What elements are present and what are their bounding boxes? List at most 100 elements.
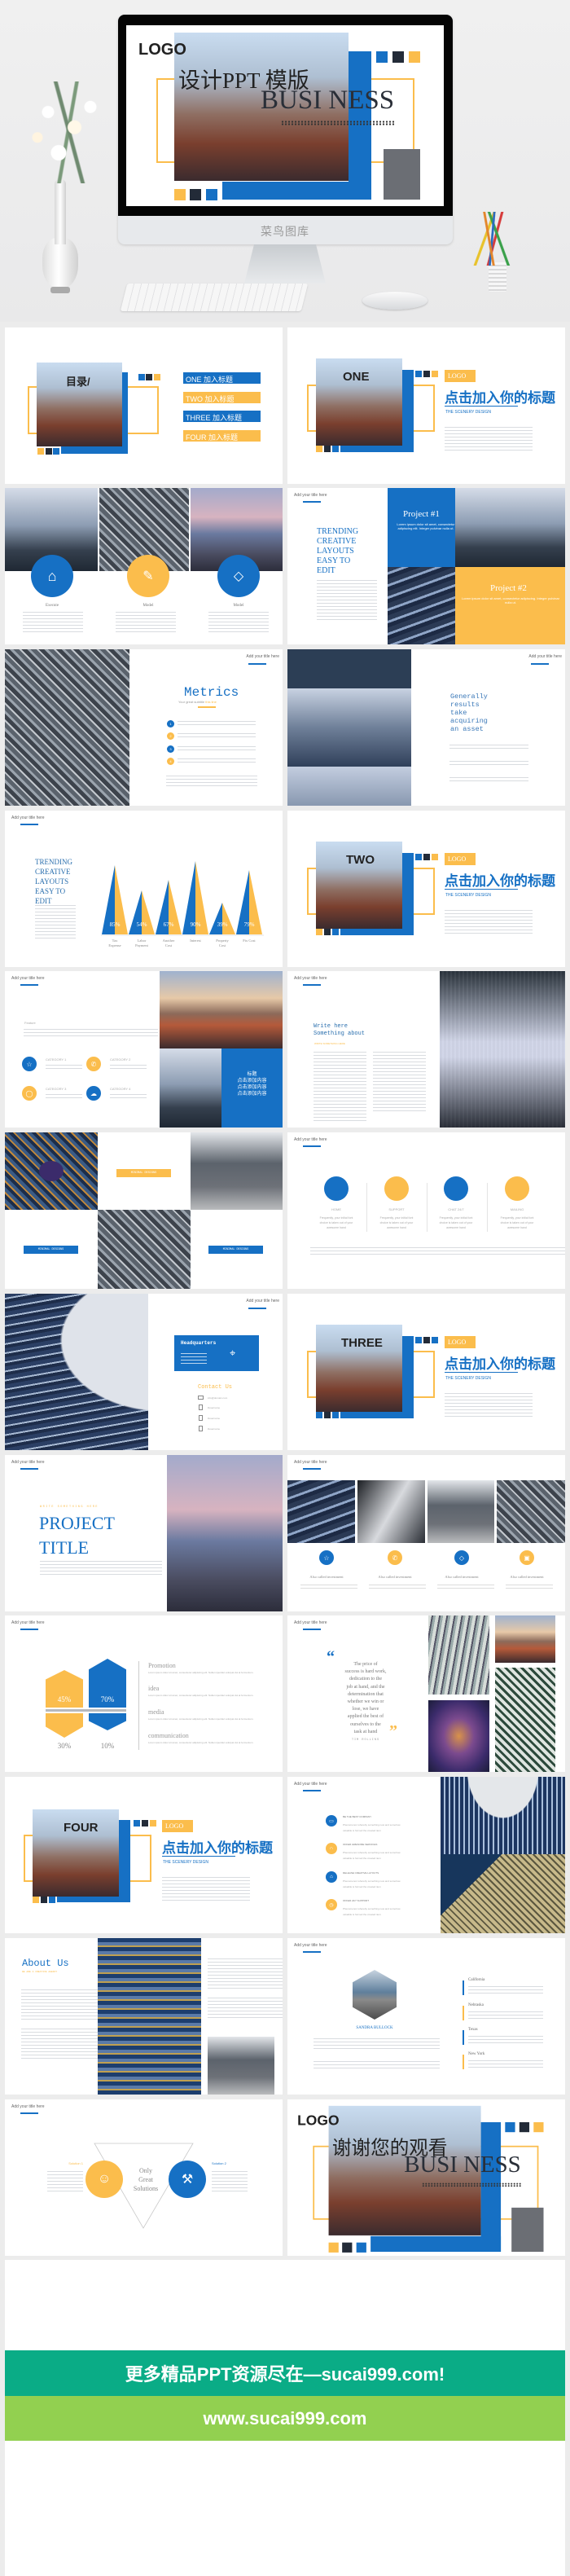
cover-logo: LOGO bbox=[138, 41, 186, 59]
slide-generally[interactable]: Add your title here Generally results take… bbox=[287, 649, 565, 806]
slide-cost-chart[interactable]: Add your title here TRENDING CREATIVE LAYO… bbox=[5, 811, 283, 967]
wrench-icon: ⚒ bbox=[169, 2161, 206, 2198]
slide-hexagon-stats[interactable]: Add your title here 45% 70% 30% 10% Prom… bbox=[5, 1615, 283, 1772]
star-icon: ☆ bbox=[319, 1550, 334, 1565]
section-number: TWO bbox=[346, 853, 375, 867]
logo-tag: LOGO bbox=[445, 370, 476, 382]
slide-quote[interactable]: Add your title here “ ” The price of succ… bbox=[287, 1615, 565, 1772]
section-number: THREE bbox=[341, 1336, 383, 1350]
slide-investment[interactable]: Add your title here ☆ ✆ ◇ ▣ Also called … bbox=[287, 1455, 565, 1611]
slide-section-three[interactable]: THREE LOGO 点击加入你的标题 THE SCENERY DESIGN bbox=[287, 1294, 565, 1450]
location-pin-icon: ⌖ bbox=[230, 1347, 236, 1359]
slide-contact[interactable]: Add your title here Headquarters ⌖ Conta… bbox=[5, 1294, 283, 1450]
slide-project-title[interactable]: Add your title here WRITE SOMETHING HERE… bbox=[5, 1455, 283, 1611]
cost-category-label: Cost bbox=[219, 943, 226, 947]
phone-icon: ✆ bbox=[388, 1550, 402, 1565]
slide-about-us[interactable]: About Us WE ARE A CREATIVE AGENCY bbox=[5, 1938, 283, 2095]
cost-category-label: Payment bbox=[135, 943, 148, 947]
slide-services[interactable]: ⌂ ✎ ◇ Execute Model Model bbox=[5, 488, 283, 644]
facebook-icon bbox=[199, 1404, 203, 1410]
slide-section-one[interactable]: ONE LOGO 点击加入你的标题 THE SCENERY DESIGN bbox=[287, 327, 565, 484]
section-number: ONE bbox=[343, 370, 370, 384]
generally-heading: Generally results take acquiring an asset bbox=[450, 692, 488, 733]
contact-email[interactable]: info@domain.com bbox=[208, 1396, 227, 1400]
url-banner[interactable]: www.sucai999.com bbox=[5, 2396, 565, 2441]
flower-vase-decoration bbox=[42, 238, 78, 288]
section-subtitle: THE SCENERY DESIGN bbox=[445, 893, 491, 898]
users-icon: ☺ bbox=[86, 2161, 123, 2198]
cost-value-label: 39% bbox=[217, 921, 228, 928]
section-subtitle: THE SCENERY DESIGN bbox=[445, 410, 491, 415]
profile-photo bbox=[353, 1970, 397, 2020]
minimal-designs-button[interactable]: MINIMAL DESIGNS bbox=[208, 1246, 263, 1254]
minimal-designs-button[interactable]: MINIMAL DESIGNS bbox=[116, 1169, 171, 1177]
section-subtitle: THE SCENERY DESIGN bbox=[445, 1376, 491, 1381]
metrics-title: Metrics bbox=[184, 685, 239, 700]
content-box: 标题 点击添加内容 点击添加内容 点击添加内容 bbox=[221, 1048, 283, 1128]
slide-write-here[interactable]: Add your title here Write here Something… bbox=[287, 971, 565, 1128]
cost-category-label: Expense bbox=[108, 943, 121, 947]
toc-item-4[interactable]: FOUR 加入标题 bbox=[183, 430, 261, 442]
slide-categories[interactable]: Add your title here Feature ☆ ✆ ◯ ☁ CATE… bbox=[5, 971, 283, 1128]
slide-section-two[interactable]: TWO LOGO 点击加入你的标题 THE SCENERY DESIGN bbox=[287, 811, 565, 967]
monitor-stand bbox=[244, 244, 326, 284]
slide-section-four[interactable]: FOUR LOGO 点击加入你的标题 THE SCENERY DESIGN bbox=[5, 1777, 283, 1933]
image-icon: ▣ bbox=[520, 1550, 534, 1565]
cost-triangle-chart: 85%TaxExpense54%LaborPayment67%AnotherCo… bbox=[101, 861, 264, 947]
toc-item-3[interactable]: THREE 加入标题 bbox=[183, 411, 261, 422]
cost-value-label: 85% bbox=[110, 921, 121, 928]
section-title: 点击加入你的标题 bbox=[445, 390, 555, 406]
slide-support[interactable]: Add your title here HOME SUPPORT CHAT 24… bbox=[287, 1132, 565, 1289]
service-label: Model bbox=[142, 604, 154, 608]
minimal-designs-button[interactable]: MINIMAL DESIGNS bbox=[24, 1246, 78, 1254]
slide-solutions[interactable]: Add your title here ☺ ⚒ Only Great Solutio… bbox=[5, 2099, 283, 2256]
monitor-brand: 菜鸟图库 bbox=[261, 225, 309, 238]
logo-tag: LOGO bbox=[445, 853, 476, 865]
section-title: 点击加入你的标题 bbox=[445, 873, 555, 889]
projects-heading: TRENDING CREATIVE LAYOUTS EASY TO EDIT bbox=[317, 527, 359, 575]
toc-title: 目录/ bbox=[66, 376, 90, 388]
slide-features[interactable]: Add your title here ▭ ∩ ⌂ ◷ BE THE BEST … bbox=[287, 1777, 565, 1933]
toc-item-1[interactable]: ONE 加入标题 bbox=[183, 372, 261, 384]
cost-category-label: Interest bbox=[190, 939, 201, 943]
contact-facebook[interactable]: #username bbox=[208, 1406, 220, 1409]
bulb-icon: ◯ bbox=[22, 1086, 37, 1101]
section-subtitle: THE SCENERY DESIGN bbox=[163, 1860, 208, 1865]
slide-thanks[interactable]: LOGO 谢谢您的观看 BUSI NESS bbox=[287, 2099, 565, 2256]
dots-decoration bbox=[281, 121, 395, 125]
cover-subtitle: BUSI NESS bbox=[261, 86, 395, 115]
edit-icon: ✎ bbox=[127, 555, 169, 597]
monitor-screen: LOGO 设计PPT 模版 BUSI NESS bbox=[126, 25, 444, 206]
slide-minimal-grid[interactable]: MINIMAL DESIGNS MINIMAL DESIGNS MINIMAL … bbox=[5, 1132, 283, 1289]
logo-tag: LOGO bbox=[162, 1820, 193, 1832]
project-2-card[interactable]: Project #2 Lorem ipsum dolor sit amet, c… bbox=[455, 567, 565, 644]
pinterest-icon bbox=[199, 1426, 203, 1431]
cost-category-label: Tax bbox=[112, 939, 118, 943]
promo-banner[interactable]: 更多精品PPT资源尽在—sucai999.com! bbox=[5, 2350, 565, 2396]
diamond-icon: ◇ bbox=[217, 555, 260, 597]
slide-projects[interactable]: Add your title here TRENDING CREATIVE LAYO… bbox=[287, 488, 565, 644]
contact-pinterest[interactable]: #username bbox=[208, 1427, 220, 1431]
cost-triangle-right bbox=[222, 903, 235, 934]
phone-icon: ✆ bbox=[86, 1057, 101, 1071]
section-number: FOUR bbox=[64, 1821, 99, 1835]
cloud-icon: ☁ bbox=[86, 1086, 101, 1101]
project-1-card[interactable]: Project #1 Lorem ipsum dolor sit amet, c… bbox=[388, 488, 455, 567]
headquarters-card: Headquarters ⌖ bbox=[174, 1335, 259, 1371]
cost-category-label: Property bbox=[216, 939, 229, 943]
slide-metrics[interactable]: Add your title here Metrics Your great s… bbox=[5, 649, 283, 806]
laptop-icon: ▭ bbox=[326, 1815, 337, 1826]
cost-value-label: 54% bbox=[137, 921, 147, 928]
toc-item-2[interactable]: TWO 加入标题 bbox=[183, 392, 261, 403]
contact-twitter[interactable]: #username bbox=[208, 1417, 220, 1420]
cost-value-label: 90% bbox=[191, 921, 201, 928]
mouse bbox=[362, 292, 428, 310]
cost-category-label: Fix Cost bbox=[243, 939, 256, 943]
service-label: Execute bbox=[45, 604, 59, 608]
logo-tag: LOGO bbox=[445, 1336, 476, 1348]
slide-team[interactable]: Add your title here SANDRA BULLOCK Calif… bbox=[287, 1938, 565, 2095]
orchid-icon bbox=[16, 81, 122, 183]
slide-toc[interactable]: 目录/ ONE 加入标题 TWO 加入标题 THREE 加入标题 FOUR 加入… bbox=[5, 327, 283, 484]
headset-icon: ∩ bbox=[326, 1843, 337, 1854]
thanks-subtitle: BUSI NESS bbox=[404, 2152, 521, 2178]
